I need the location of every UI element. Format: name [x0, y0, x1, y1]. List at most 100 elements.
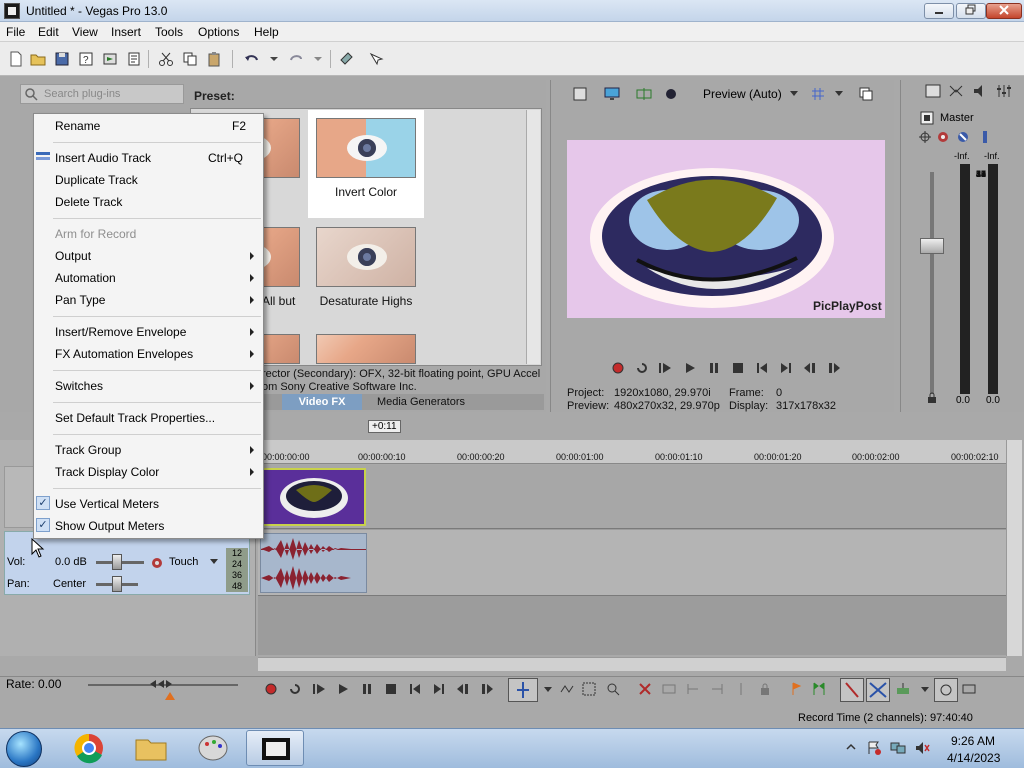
- play-from-start-icon[interactable]: [312, 682, 326, 696]
- paste-icon[interactable]: [206, 51, 222, 67]
- properties-icon[interactable]: ?: [78, 51, 94, 67]
- menu-item-switches[interactable]: Switches: [55, 379, 103, 393]
- open-folder-icon[interactable]: [30, 51, 46, 67]
- record-icon[interactable]: [264, 682, 278, 696]
- lock-icon[interactable]: [926, 392, 938, 404]
- chevron-down-icon[interactable]: [266, 51, 282, 67]
- master-fader[interactable]: [920, 238, 944, 254]
- fx-gear-icon[interactable]: [936, 130, 950, 144]
- trim-icon[interactable]: [662, 682, 676, 696]
- overlays-icon[interactable]: [664, 87, 678, 101]
- volume-slider-thumb[interactable]: [112, 554, 122, 570]
- menu-item-use-vertical-meters[interactable]: Use Vertical Meters: [55, 497, 159, 511]
- volume-muted-icon[interactable]: [914, 740, 930, 756]
- go-to-end-icon[interactable]: [779, 361, 793, 375]
- external-monitor-icon[interactable]: [604, 87, 620, 101]
- marker-icon[interactable]: [789, 682, 803, 696]
- automation-mode-dropdown[interactable]: Touch: [169, 556, 198, 568]
- master-properties-icon[interactable]: [925, 84, 941, 98]
- menu-options[interactable]: Options: [198, 25, 239, 39]
- preset-scrollbar[interactable]: [526, 110, 540, 364]
- action-center-flag-icon[interactable]: [866, 740, 882, 756]
- save-icon[interactable]: [54, 51, 70, 67]
- loop-icon[interactable]: [635, 361, 649, 375]
- go-to-start-icon[interactable]: [408, 682, 422, 696]
- menu-view[interactable]: View: [72, 25, 98, 39]
- clock-date[interactable]: 4/14/2023: [947, 751, 1000, 765]
- snapping-button[interactable]: [840, 678, 864, 702]
- split-icon[interactable]: [734, 682, 748, 696]
- pan-slider-thumb[interactable]: [112, 576, 122, 592]
- menu-item-insert-remove-envelope[interactable]: Insert/Remove Envelope: [55, 325, 186, 339]
- menu-item-fx-automation-envelopes[interactable]: FX Automation Envelopes: [55, 347, 193, 361]
- menu-item-duplicate-track[interactable]: Duplicate Track: [55, 173, 138, 187]
- auto-crossfade-button[interactable]: [866, 678, 890, 702]
- chevron-down-icon[interactable]: [310, 51, 326, 67]
- menu-item-set-default-track-properties[interactable]: Set Default Track Properties...: [55, 411, 215, 425]
- preview-properties-icon[interactable]: [573, 87, 587, 101]
- split-screen-icon[interactable]: [636, 87, 652, 101]
- mute-icon[interactable]: [956, 130, 970, 144]
- timeline-horizontal-scrollbar[interactable]: [258, 657, 1006, 671]
- chevron-down-icon[interactable]: [789, 90, 799, 98]
- grid-icon[interactable]: [810, 86, 826, 102]
- taskbar-chrome[interactable]: [60, 730, 118, 766]
- record-icon[interactable]: [611, 361, 625, 375]
- close-button[interactable]: [986, 3, 1022, 19]
- stop-icon[interactable]: [731, 361, 745, 375]
- menu-edit[interactable]: Edit: [38, 25, 59, 39]
- automation-icon[interactable]: [918, 130, 932, 144]
- search-input[interactable]: Search plug-ins: [44, 88, 120, 100]
- zoom-tool-icon[interactable]: [606, 682, 620, 696]
- play-icon[interactable]: [336, 682, 350, 696]
- undo-icon[interactable]: [244, 51, 260, 67]
- start-button[interactable]: [6, 731, 42, 767]
- downmix-icon[interactable]: [948, 84, 964, 98]
- vegas-app-icon[interactable]: [4, 3, 20, 19]
- restore-button[interactable]: [956, 3, 986, 19]
- lock-event-icon[interactable]: [758, 682, 772, 696]
- pause-icon[interactable]: [707, 361, 721, 375]
- menu-item-track-group[interactable]: Track Group: [55, 443, 121, 457]
- chevron-down-icon[interactable]: [541, 682, 555, 696]
- delete-icon[interactable]: [638, 682, 652, 696]
- trim-start-icon[interactable]: [686, 682, 700, 696]
- play-icon[interactable]: [683, 361, 697, 375]
- tab-media-generators[interactable]: Media Generators: [366, 394, 476, 410]
- chevron-down-icon[interactable]: [834, 90, 844, 98]
- copy-icon[interactable]: [182, 51, 198, 67]
- video-lane[interactable]: [258, 465, 1006, 529]
- menu-item-pan-type[interactable]: Pan Type: [55, 293, 105, 307]
- rate-slider-thumb[interactable]: [148, 678, 176, 702]
- menu-insert[interactable]: Insert: [111, 25, 141, 39]
- video-event[interactable]: [262, 468, 366, 526]
- network-icon[interactable]: [890, 740, 906, 756]
- lock-envelopes-button[interactable]: [934, 678, 958, 702]
- preset-thumbnail-desaturate-highs[interactable]: [316, 227, 416, 287]
- taskbar-vegas[interactable]: [246, 730, 304, 766]
- mixer-icon[interactable]: [996, 84, 1012, 98]
- chevron-down-icon[interactable]: [918, 682, 932, 696]
- timeline-vertical-scrollbar[interactable]: [1006, 440, 1022, 656]
- clock-time[interactable]: 9:26 AM: [951, 734, 995, 748]
- ignore-grouping-icon[interactable]: [962, 682, 976, 696]
- chevron-down-icon[interactable]: [210, 559, 218, 565]
- master-fx-icon[interactable]: [920, 111, 934, 125]
- cut-icon[interactable]: [158, 51, 174, 67]
- play-from-start-icon[interactable]: [658, 361, 672, 375]
- next-frame-icon[interactable]: [480, 682, 494, 696]
- preview-quality-dropdown[interactable]: Preview (Auto): [703, 87, 782, 101]
- menu-item-track-display-color[interactable]: Track Display Color: [55, 465, 159, 479]
- tab-video-fx[interactable]: Video FX: [282, 394, 362, 410]
- menu-file[interactable]: File: [6, 25, 25, 39]
- brush-icon[interactable]: [338, 51, 354, 67]
- render-icon[interactable]: [102, 51, 118, 67]
- previous-frame-icon[interactable]: [456, 682, 470, 696]
- copy-doc-icon[interactable]: [126, 51, 142, 67]
- auto-ripple-icon[interactable]: [896, 682, 910, 696]
- new-file-icon[interactable]: [8, 51, 24, 67]
- copy-snapshot-icon[interactable]: [858, 86, 874, 102]
- tray-expand-icon[interactable]: [846, 742, 856, 752]
- envelope-tool-icon[interactable]: [560, 682, 574, 696]
- solo-icon[interactable]: [980, 130, 990, 144]
